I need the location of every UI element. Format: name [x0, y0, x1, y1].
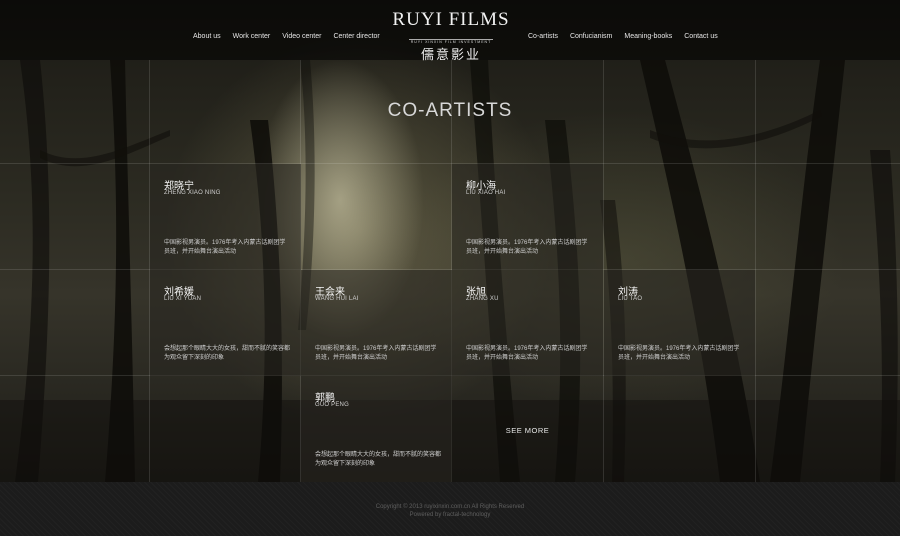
site-footer: Copyright © 2013 ruyixinxin.com.cn All R…	[0, 482, 900, 536]
artist-name-pinyin: ZHENG XIAO NING	[164, 190, 221, 196]
nav-right: Co-artists Confucianism Meaning-books Co…	[528, 33, 718, 40]
artist-name-pinyin: ZHANG XU	[466, 296, 499, 302]
nav-meaning-books[interactable]: Meaning-books	[624, 33, 672, 40]
artist-card[interactable]: 郭鹏 GUO PENG 会想起那个眼睛大大的女孩，甜而不腻的笑容都为观众留下深刻…	[301, 376, 452, 482]
site-logo[interactable]: RUYI FILMS RUYI XINXIN FILM INVESTMENT 儒…	[388, 10, 514, 62]
artist-card[interactable]: 刘涛 LIU TAO 中国影视男演员。1976年考入内蒙古话剧团学员班，并开始舞…	[604, 270, 755, 376]
nav-video-center[interactable]: Video center	[282, 33, 321, 40]
nav-confucianism[interactable]: Confucianism	[570, 33, 612, 40]
nav-center-director[interactable]: Center director	[333, 33, 379, 40]
artist-description: 中国影视男演员。1976年考入内蒙古话剧团学员班，并开始舞台演出活动	[466, 346, 588, 361]
nav-left: About us Work center Video center Center…	[193, 33, 380, 40]
artist-description: 中国影视男演员。1976年考入内蒙古话剧团学员班，并开始舞台演出活动	[164, 240, 286, 255]
artist-name-pinyin: LIU XIAO HAI	[466, 190, 506, 196]
artist-card[interactable]: 王会来 WANG HUI LAI 中国影视男演员。1976年考入内蒙古话剧团学员…	[301, 270, 452, 376]
footer-powered-by: Powered by fractal-technology	[409, 512, 491, 518]
artist-name-pinyin: LIU TAO	[618, 296, 643, 302]
artist-card[interactable]: 张旭 ZHANG XU 中国影视男演员。1976年考入内蒙古话剧团学员班，并开始…	[452, 270, 603, 376]
logo-name-cn: 儒意影业	[420, 47, 481, 62]
artist-description: 中国影视男演员。1976年考入内蒙古话剧团学员班，并开始舞台演出活动	[466, 240, 588, 255]
logo-tagline: RUYI XINXIN FILM INVESTMENT	[408, 39, 494, 44]
site-header: About us Work center Video center Center…	[0, 0, 900, 62]
artist-card[interactable]: 郑晓宁 ZHENG XIAO NING 中国影视男演员。1976年考入内蒙古话剧…	[150, 164, 301, 270]
artist-description: 中国影视男演员。1976年考入内蒙古话剧团学员班，并开始舞台演出活动	[618, 346, 740, 361]
nav-about-us[interactable]: About us	[193, 33, 221, 40]
artist-name-pinyin: WANG HUI LAI	[315, 296, 359, 302]
nav-work-center[interactable]: Work center	[233, 33, 271, 40]
artist-name-pinyin: GUO PENG	[315, 402, 349, 408]
footer-copyright: Copyright © 2013 ruyixinxin.com.cn All R…	[375, 504, 525, 510]
artist-description: 中国影视男演员。1976年考入内蒙古话剧团学员班，并开始舞台演出活动	[315, 346, 437, 361]
nav-contact-us[interactable]: Contact us	[684, 33, 717, 40]
nav-co-artists[interactable]: Co-artists	[528, 33, 558, 40]
artist-description: 会想起那个眼睛大大的女孩，甜而不腻的笑容都为观众留下深刻的印象	[164, 346, 291, 361]
artist-name-pinyin: LIU XI YUAN	[164, 296, 202, 302]
artist-description: 会想起那个眼睛大大的女孩，甜而不腻的笑容都为观众留下深刻的印象	[315, 452, 442, 467]
see-more-link[interactable]: SEE MORE	[452, 426, 603, 435]
artist-card[interactable]: 刘希媛 LIU XI YUAN 会想起那个眼睛大大的女孩，甜而不腻的笑容都为观众…	[150, 270, 301, 376]
section-title: CO-ARTISTS	[387, 100, 513, 121]
artist-card[interactable]: 柳小海 LIU XIAO HAI 中国影视男演员。1976年考入内蒙古话剧团学员…	[452, 164, 603, 270]
logo-name-en: RUYI FILMS	[392, 9, 510, 30]
